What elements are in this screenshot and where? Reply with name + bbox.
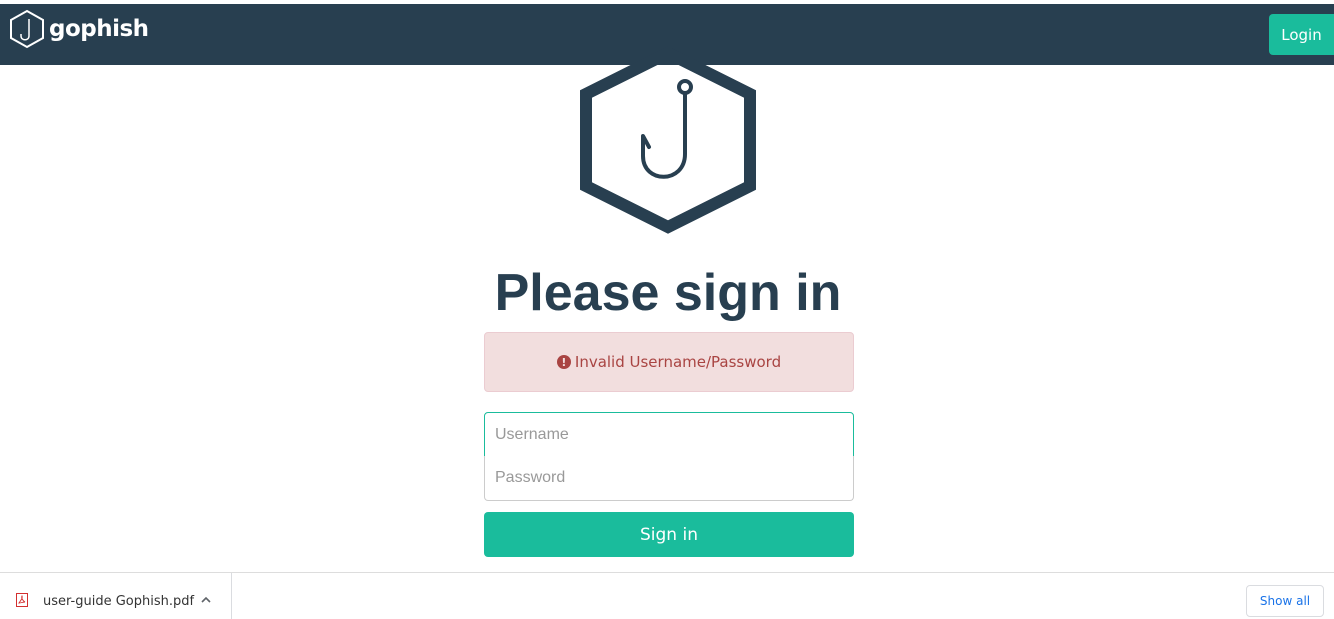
login-button[interactable]: Login: [1269, 14, 1334, 55]
exclamation-circle-icon: !: [556, 355, 571, 369]
username-input[interactable]: [484, 412, 854, 457]
chevron-up-icon[interactable]: [200, 595, 212, 605]
error-alert: ! Invalid Username/Password: [484, 332, 854, 392]
page-title: Please sign in: [494, 264, 842, 322]
download-file-name: user-guide Gophish.pdf: [43, 594, 195, 609]
download-item[interactable]: user-guide Gophish.pdf: [0, 573, 232, 619]
brand[interactable]: gophish: [8, 9, 149, 49]
show-all-button[interactable]: Show all: [1246, 585, 1324, 617]
gophish-hook-logo-icon: [580, 46, 756, 234]
sign-in-button[interactable]: Sign in: [484, 512, 854, 557]
password-input[interactable]: [484, 456, 854, 501]
error-alert-text: Invalid Username/Password: [574, 353, 782, 371]
pdf-file-icon: [16, 593, 28, 607]
gophish-hook-logo-icon: [10, 9, 44, 49]
download-bar: user-guide Gophish.pdf Show all: [0, 572, 1334, 619]
brand-name: gophish: [49, 16, 149, 42]
